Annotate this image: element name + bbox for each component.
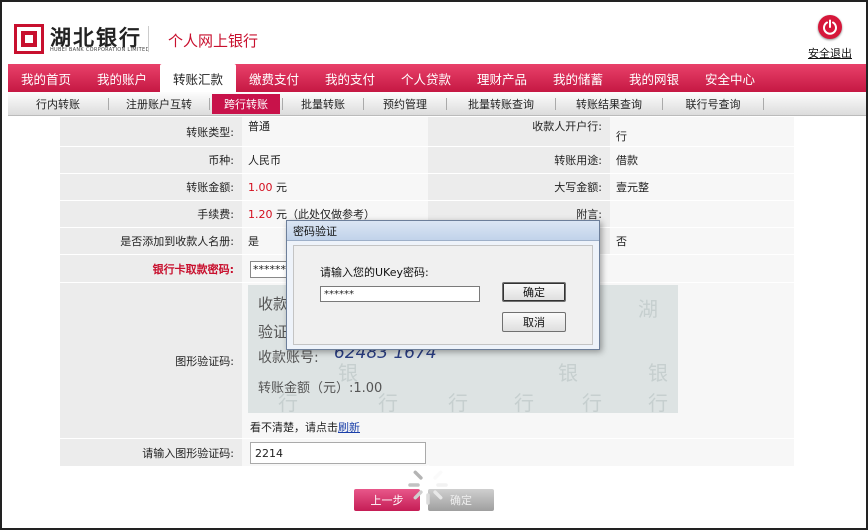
nav-my-ebank[interactable]: 我的网银: [616, 64, 692, 92]
captcha-input[interactable]: 2214: [250, 442, 426, 464]
captcha-line4: 转账金额（元）:1.00: [258, 381, 383, 396]
card-pwd-label: 银行卡取款密码:: [60, 255, 242, 282]
add-payee-label: 是否添加到收款人名册:: [60, 228, 242, 254]
fee-number: 1.20: [248, 207, 273, 221]
main-nav: 我的首页 我的账户 转账汇款 缴费支付 我的支付 个人贷款 理财产品 我的储蓄 …: [8, 64, 866, 92]
captcha-ghost-text: 湖: [638, 297, 658, 321]
nav-home[interactable]: 我的首页: [8, 64, 84, 92]
subnav-separator: [763, 97, 764, 110]
dialog-ok-button[interactable]: 确定: [502, 282, 566, 302]
subnav-registered[interactable]: 注册账户互转: [109, 92, 209, 116]
amount-unit: 元: [276, 181, 287, 194]
form-row: 转账金额: 1.00 元 大写金额: 壹元整: [60, 174, 794, 201]
transfer-type-value: 普通: [242, 117, 428, 146]
captcha-label: 图形验证码:: [60, 283, 242, 438]
captcha-hint: 看不清楚，请点击刷新: [250, 419, 360, 435]
ukey-password-input[interactable]: ******: [320, 286, 480, 302]
nav-transfer[interactable]: 转账汇款: [160, 64, 236, 92]
amount-cn-label: 大写金额:: [428, 174, 610, 200]
subnav-result-query[interactable]: 转账结果查询: [556, 92, 662, 116]
browser-frame: 湖北银行 HUBEI BANK CORPORATION LIMITED 个人网上…: [0, 0, 868, 530]
amount-label: 转账金额:: [60, 174, 242, 200]
captcha-refresh-link[interactable]: 刷新: [338, 421, 360, 434]
captcha-ghost-text: 行: [514, 391, 534, 413]
subnav-separator: [209, 97, 210, 110]
purpose-value: 借款: [610, 147, 794, 173]
power-icon[interactable]: [818, 15, 842, 39]
bank-logo-en: HUBEI BANK CORPORATION LIMITED: [50, 47, 150, 53]
site-title: 个人网上银行: [168, 32, 259, 50]
nav-my-pay[interactable]: 我的支付: [312, 64, 388, 92]
nav-loan[interactable]: 个人贷款: [388, 64, 464, 92]
captcha-line3-label: 收款账号:: [258, 350, 319, 366]
nav-savings[interactable]: 我的储蓄: [540, 64, 616, 92]
amount-value: 1.00 元: [242, 174, 428, 200]
dialog-title[interactable]: 密码验证: [287, 221, 599, 241]
captcha-ghost-text: 银: [648, 361, 668, 385]
page-header: 湖北银行 HUBEI BANK CORPORATION LIMITED 个人网上…: [2, 2, 866, 64]
captcha-ghost-text: 行: [582, 391, 602, 413]
amount-number: 1.00: [248, 180, 273, 194]
logout-link[interactable]: 安全退出: [808, 45, 852, 61]
nav-security[interactable]: 安全中心: [692, 64, 768, 92]
fee-label: 手续费:: [60, 201, 242, 227]
payee-bank-label: 收款人开户行:: [428, 117, 610, 146]
subnav-schedule[interactable]: 预约管理: [364, 92, 446, 116]
subnav-bank-code[interactable]: 联行号查询: [663, 92, 763, 116]
bank-logo-icon: [14, 24, 44, 54]
nav-payment[interactable]: 缴费支付: [236, 64, 312, 92]
purpose-label: 转账用途:: [428, 147, 610, 173]
header-divider: [148, 26, 149, 52]
currency-value: 人民币: [242, 147, 428, 173]
form-row: 币种: 人民币 转账用途: 借款: [60, 147, 794, 174]
subnav-intra-bank[interactable]: 行内转账: [8, 92, 108, 116]
postscript-value: [610, 201, 794, 227]
subnav-batch-query[interactable]: 批量转账查询: [447, 92, 555, 116]
nav-wealth[interactable]: 理财产品: [464, 64, 540, 92]
captcha-ghost-text: 行: [648, 391, 668, 413]
subnav-inter-bank[interactable]: 跨行转账: [212, 93, 280, 114]
payee-bank-value: 行: [610, 117, 794, 146]
captcha-line2: 验证: [258, 323, 289, 341]
dialog-prompt: 请输入您的UKey密码:: [320, 266, 429, 279]
password-verify-dialog: 密码验证 请输入您的UKey密码: ****** 确定 取消: [286, 220, 600, 350]
dialog-body: 请输入您的UKey密码: ****** 确定 取消: [293, 245, 593, 345]
dialog-cancel-button[interactable]: 取消: [502, 312, 566, 332]
captcha-ghost-text: 行: [448, 391, 468, 413]
captcha-ghost-text: 银: [558, 361, 578, 385]
captcha-hint-text: 看不清楚，请点击: [250, 421, 338, 434]
sub-nav: 行内转账 注册账户互转 跨行转账 批量转账 预约管理 批量转账查询 转账结果查询…: [8, 92, 866, 116]
form-row: 转账类型: 普通 收款人开户行: 行: [60, 117, 794, 147]
card-password-input[interactable]: ******: [250, 261, 290, 278]
nav-account[interactable]: 我的账户: [84, 64, 160, 92]
loading-spinner-icon: [406, 463, 450, 507]
sms-value: 否: [610, 228, 794, 254]
captcha-input-label: 请输入图形验证码:: [60, 439, 242, 466]
amount-cn-value: 壹元整: [610, 174, 794, 200]
currency-label: 币种:: [60, 147, 242, 173]
transfer-type-label: 转账类型:: [60, 117, 242, 146]
subnav-batch[interactable]: 批量转账: [283, 92, 363, 116]
